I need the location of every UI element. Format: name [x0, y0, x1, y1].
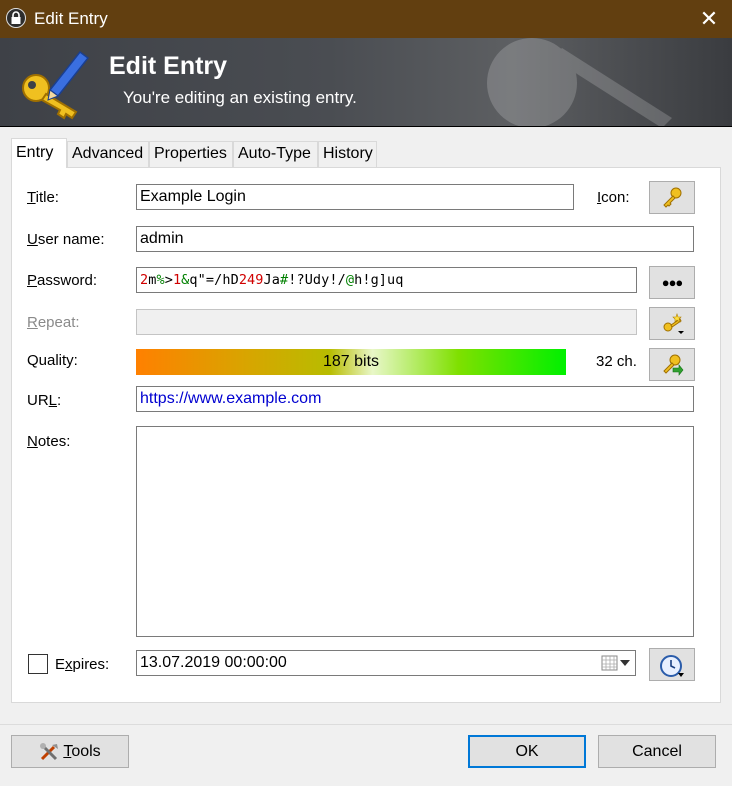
banner-title: Edit Entry — [109, 52, 228, 80]
notes-textarea[interactable] — [136, 426, 694, 637]
title-bar: Edit Entry ✕ — [0, 0, 732, 38]
username-input[interactable]: admin — [136, 226, 694, 252]
password-char: % — [156, 272, 165, 288]
expiry-date-picker[interactable]: 13.07.2019 00:00:00 — [136, 650, 636, 676]
tab-entry[interactable]: Entry — [11, 138, 67, 168]
password-char: g — [370, 272, 379, 288]
clock-icon — [660, 655, 684, 677]
password-char: = — [205, 272, 215, 288]
password-char: / — [337, 272, 346, 288]
password-char: ! — [329, 272, 338, 288]
key-pen-icon — [22, 50, 90, 120]
password-char: # — [279, 272, 289, 288]
password-char: d — [312, 272, 322, 288]
quality-bits: 187 bits — [322, 353, 380, 370]
icon-picker-button[interactable] — [649, 181, 695, 214]
password-char: 9 — [255, 272, 264, 288]
close-button[interactable]: ✕ — [686, 0, 732, 38]
password-char: > — [164, 272, 173, 288]
password-length: 32 ch. — [596, 353, 637, 370]
password-char: h — [222, 272, 231, 288]
expiry-date-value: 13.07.2019 00:00:00 — [140, 654, 287, 671]
password-char: U — [304, 272, 313, 288]
password-char: ? — [296, 272, 305, 288]
expires-label[interactable]: Expires: — [55, 656, 109, 673]
repeat-password-input — [136, 309, 637, 335]
title-label: Title: — [27, 189, 59, 206]
footer-separator — [0, 724, 732, 725]
url-label: URL: — [27, 392, 62, 409]
tab-advanced[interactable]: Advanced — [67, 141, 149, 167]
password-options-button[interactable] — [649, 348, 695, 381]
password-char: 2 — [140, 272, 149, 288]
password-char: 1 — [172, 272, 182, 288]
window-title: Edit Entry — [34, 9, 108, 28]
password-char: q — [189, 272, 198, 288]
password-label: Password: — [27, 272, 98, 289]
password-char: D — [230, 272, 239, 288]
quality-label: Quality: — [27, 352, 78, 369]
tab-auto-type[interactable]: Auto-Type — [233, 141, 318, 167]
password-char: ] — [378, 272, 388, 288]
repeat-label: Repeat: — [27, 314, 80, 331]
key-arrow-icon — [663, 354, 684, 376]
tools-icon — [40, 742, 59, 760]
password-generator-button[interactable] — [649, 307, 695, 340]
key-generate-icon — [663, 313, 684, 334]
tab-label: Auto-Type — [238, 145, 311, 162]
tab-properties[interactable]: Properties — [149, 141, 233, 167]
banner: Edit Entry You're editing an existing en… — [0, 38, 732, 127]
password-char: 2 — [238, 272, 248, 288]
cancel-button[interactable]: Cancel — [598, 735, 716, 768]
password-char: " — [197, 272, 206, 288]
toggle-password-visibility-button[interactable]: ●●● — [649, 266, 695, 299]
tab-label: Entry — [16, 144, 54, 161]
calendar-dropdown-icon[interactable] — [601, 655, 631, 671]
tab-label: History — [323, 145, 373, 162]
password-input[interactable]: 2m%>1&q"=/hD249Ja#!?Udy!/@h!g]uq — [136, 267, 637, 293]
password-char: J — [263, 272, 272, 288]
password-quality-bar: 187 bits — [136, 349, 566, 375]
tools-button[interactable]: Tools — [11, 735, 129, 768]
keepass-lock-icon — [6, 8, 26, 28]
expires-checkbox[interactable] — [28, 654, 48, 674]
tab-history[interactable]: History — [318, 141, 377, 167]
tab-label: Advanced — [72, 145, 144, 162]
key-icon — [663, 187, 682, 208]
password-char: ! — [362, 272, 371, 288]
url-input[interactable]: https://www.example.com — [136, 386, 694, 412]
banner-subtitle: You're editing an existing entry. — [123, 88, 357, 107]
password-char: a — [271, 272, 280, 288]
ok-button[interactable]: OK — [468, 735, 586, 768]
password-char: q — [395, 272, 404, 288]
expiry-presets-button[interactable] — [649, 648, 695, 681]
password-char: @ — [345, 272, 355, 288]
icon-label: Icon: — [597, 189, 630, 206]
banner-decoration-icon — [487, 38, 672, 126]
notes-label: Notes: — [27, 433, 71, 450]
dots-icon: ●●● — [661, 275, 684, 290]
tab-label: Properties — [154, 145, 227, 162]
username-label: User name: — [27, 231, 105, 248]
title-input[interactable]: Example Login — [136, 184, 574, 210]
close-icon: ✕ — [699, 6, 719, 31]
